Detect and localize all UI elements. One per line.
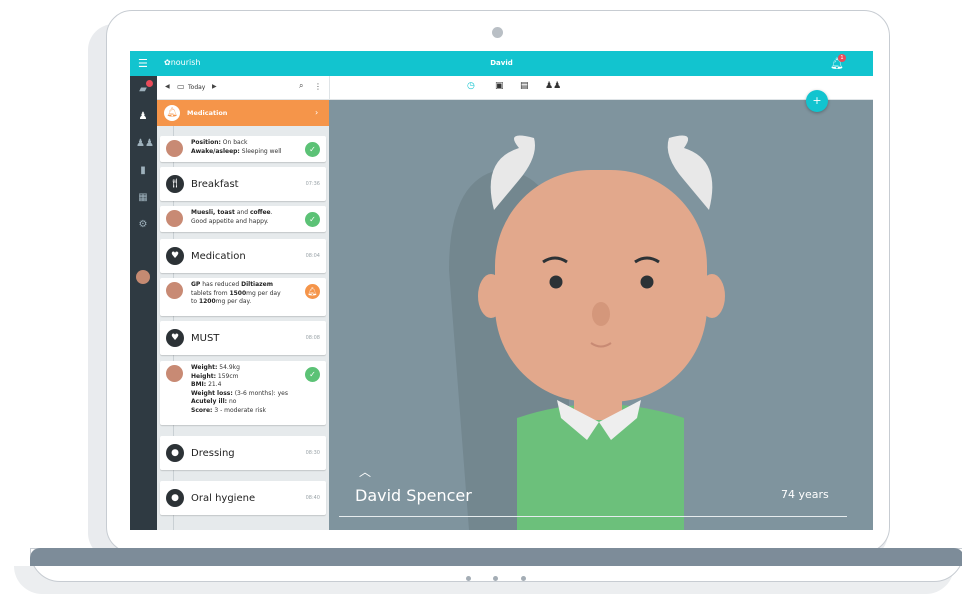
top-app-bar: ☰ ✿nourish David 🔔︎ 1 xyxy=(130,51,873,76)
chevron-up-icon[interactable]: ︿ xyxy=(359,463,371,480)
event-card-breakfast[interactable]: 🍴︎ Breakfast 07:36 xyxy=(160,167,326,201)
person-icon[interactable]: ♟ xyxy=(136,110,150,124)
book-icon[interactable]: ▮ xyxy=(136,164,150,178)
event-card-must[interactable]: ♥ MUST 08:08 xyxy=(160,321,326,355)
add-button[interactable]: + xyxy=(806,90,828,112)
group-icon[interactable]: ♟♟ xyxy=(545,81,561,91)
bell-alert-icon: 🔔︎ xyxy=(164,105,180,121)
event-time: 08:40 xyxy=(305,495,320,501)
note-card-breakfast[interactable]: Muesli, toast and coffee. Good appetite … xyxy=(160,206,326,232)
check-icon: ✓ xyxy=(305,367,320,382)
medication-alert-bar[interactable]: 🔔︎ Medication › xyxy=(157,100,329,126)
face xyxy=(495,170,707,402)
alert-label: Medication xyxy=(187,109,228,117)
date-label[interactable]: Today xyxy=(188,84,205,91)
event-time: 08:08 xyxy=(305,335,320,341)
window-title: David xyxy=(490,59,513,67)
resident-illustration xyxy=(449,135,725,530)
prev-day-icon[interactable]: ◀ xyxy=(165,83,170,90)
more-options-icon[interactable]: ⋮ xyxy=(314,82,322,91)
event-card-oral-hygiene[interactable]: ● Oral hygiene 08:40 xyxy=(160,481,326,515)
check-icon: ✓ xyxy=(305,142,320,157)
note-card-must[interactable]: Weight: 54.9kg Height: 159cm BMI: 21.4 W… xyxy=(160,361,326,425)
carer-avatar xyxy=(166,210,183,227)
event-label: Medication xyxy=(191,251,246,262)
resident-hero: ︿ David Spencer 74 years xyxy=(329,100,873,530)
resident-age: 74 years xyxy=(781,488,829,501)
note-text: GP has reduced Diltiazem tablets from 15… xyxy=(191,281,281,305)
carer-avatar xyxy=(166,140,183,157)
id-card-icon[interactable]: ▣ xyxy=(495,81,504,91)
event-card-dressing[interactable]: ● Dressing 08:30 xyxy=(160,436,326,470)
clipboard-icon[interactable]: ▤ xyxy=(520,81,529,91)
calendar-small-icon[interactable]: ▭ xyxy=(177,82,185,91)
timeline-feed: 🔔︎ Medication › Position: On back Awake/… xyxy=(157,100,329,530)
note-text: Muesli, toast and coffee. Good appetite … xyxy=(191,209,273,225)
app-screen: ☰ ✿nourish David 🔔︎ 1 ▰ ♟ ♟♟ ▮ ▦ ⚙ ◀ ▭ T… xyxy=(130,51,873,530)
note-text: Position: On back Awake/asleep: Sleeping… xyxy=(191,139,282,155)
hero-divider xyxy=(339,516,847,517)
event-time: 07:36 xyxy=(305,181,320,187)
calendar-icon[interactable]: ▦ xyxy=(136,191,150,205)
laptop-camera xyxy=(492,27,503,38)
laptop-hinge xyxy=(30,548,962,566)
event-label: Breakfast xyxy=(191,179,239,190)
event-label: Dressing xyxy=(191,448,235,459)
gear-icon[interactable]: ⚙ xyxy=(136,218,150,232)
note-text: Weight: 54.9kg Height: 159cm BMI: 21.4 W… xyxy=(191,364,288,414)
user-avatar[interactable] xyxy=(136,270,150,284)
event-time: 08:04 xyxy=(305,253,320,259)
panel-divider xyxy=(329,76,330,100)
resident-name: David Spencer xyxy=(355,486,472,505)
event-label: Oral hygiene xyxy=(191,493,256,504)
event-label: MUST xyxy=(191,333,220,344)
check-icon: ✓ xyxy=(305,212,320,227)
nose xyxy=(592,302,610,326)
person-icon: ● xyxy=(166,444,184,462)
carer-avatar xyxy=(166,282,183,299)
next-day-icon[interactable]: ▶ xyxy=(212,83,217,90)
heart-icon: ♥ xyxy=(166,329,184,347)
eye-right xyxy=(640,275,654,289)
eye-left xyxy=(549,275,563,289)
chat-badge xyxy=(146,80,153,87)
note-card-medication[interactable]: GP has reduced Diltiazem tablets from 15… xyxy=(160,278,326,316)
heart-icon: ♥ xyxy=(166,247,184,265)
sub-toolbar: ◀ ▭ Today ▶ ⌕ ⋮ ◷ ▣ ▤ ♟♟ xyxy=(157,76,873,100)
fork-knife-icon: 🍴︎ xyxy=(166,175,184,193)
search-icon[interactable]: ⌕ xyxy=(299,81,303,91)
carer-avatar xyxy=(166,365,183,382)
people-icon[interactable]: ♟♟ xyxy=(136,137,154,151)
person-icon: ● xyxy=(166,489,184,507)
notification-badge: 1 xyxy=(838,54,846,62)
laptop-base-dots xyxy=(466,576,526,582)
clock-icon[interactable]: ◷ xyxy=(467,81,475,91)
bell-alert-icon: 🔔︎ xyxy=(305,284,320,299)
chevron-right-icon: › xyxy=(315,108,319,117)
note-card-position[interactable]: Position: On back Awake/asleep: Sleeping… xyxy=(160,136,326,162)
event-time: 08:30 xyxy=(305,450,320,456)
event-card-medication[interactable]: ♥ Medication 08:04 xyxy=(160,239,326,273)
left-nav: ▰ ♟ ♟♟ ▮ ▦ ⚙ xyxy=(130,76,157,530)
